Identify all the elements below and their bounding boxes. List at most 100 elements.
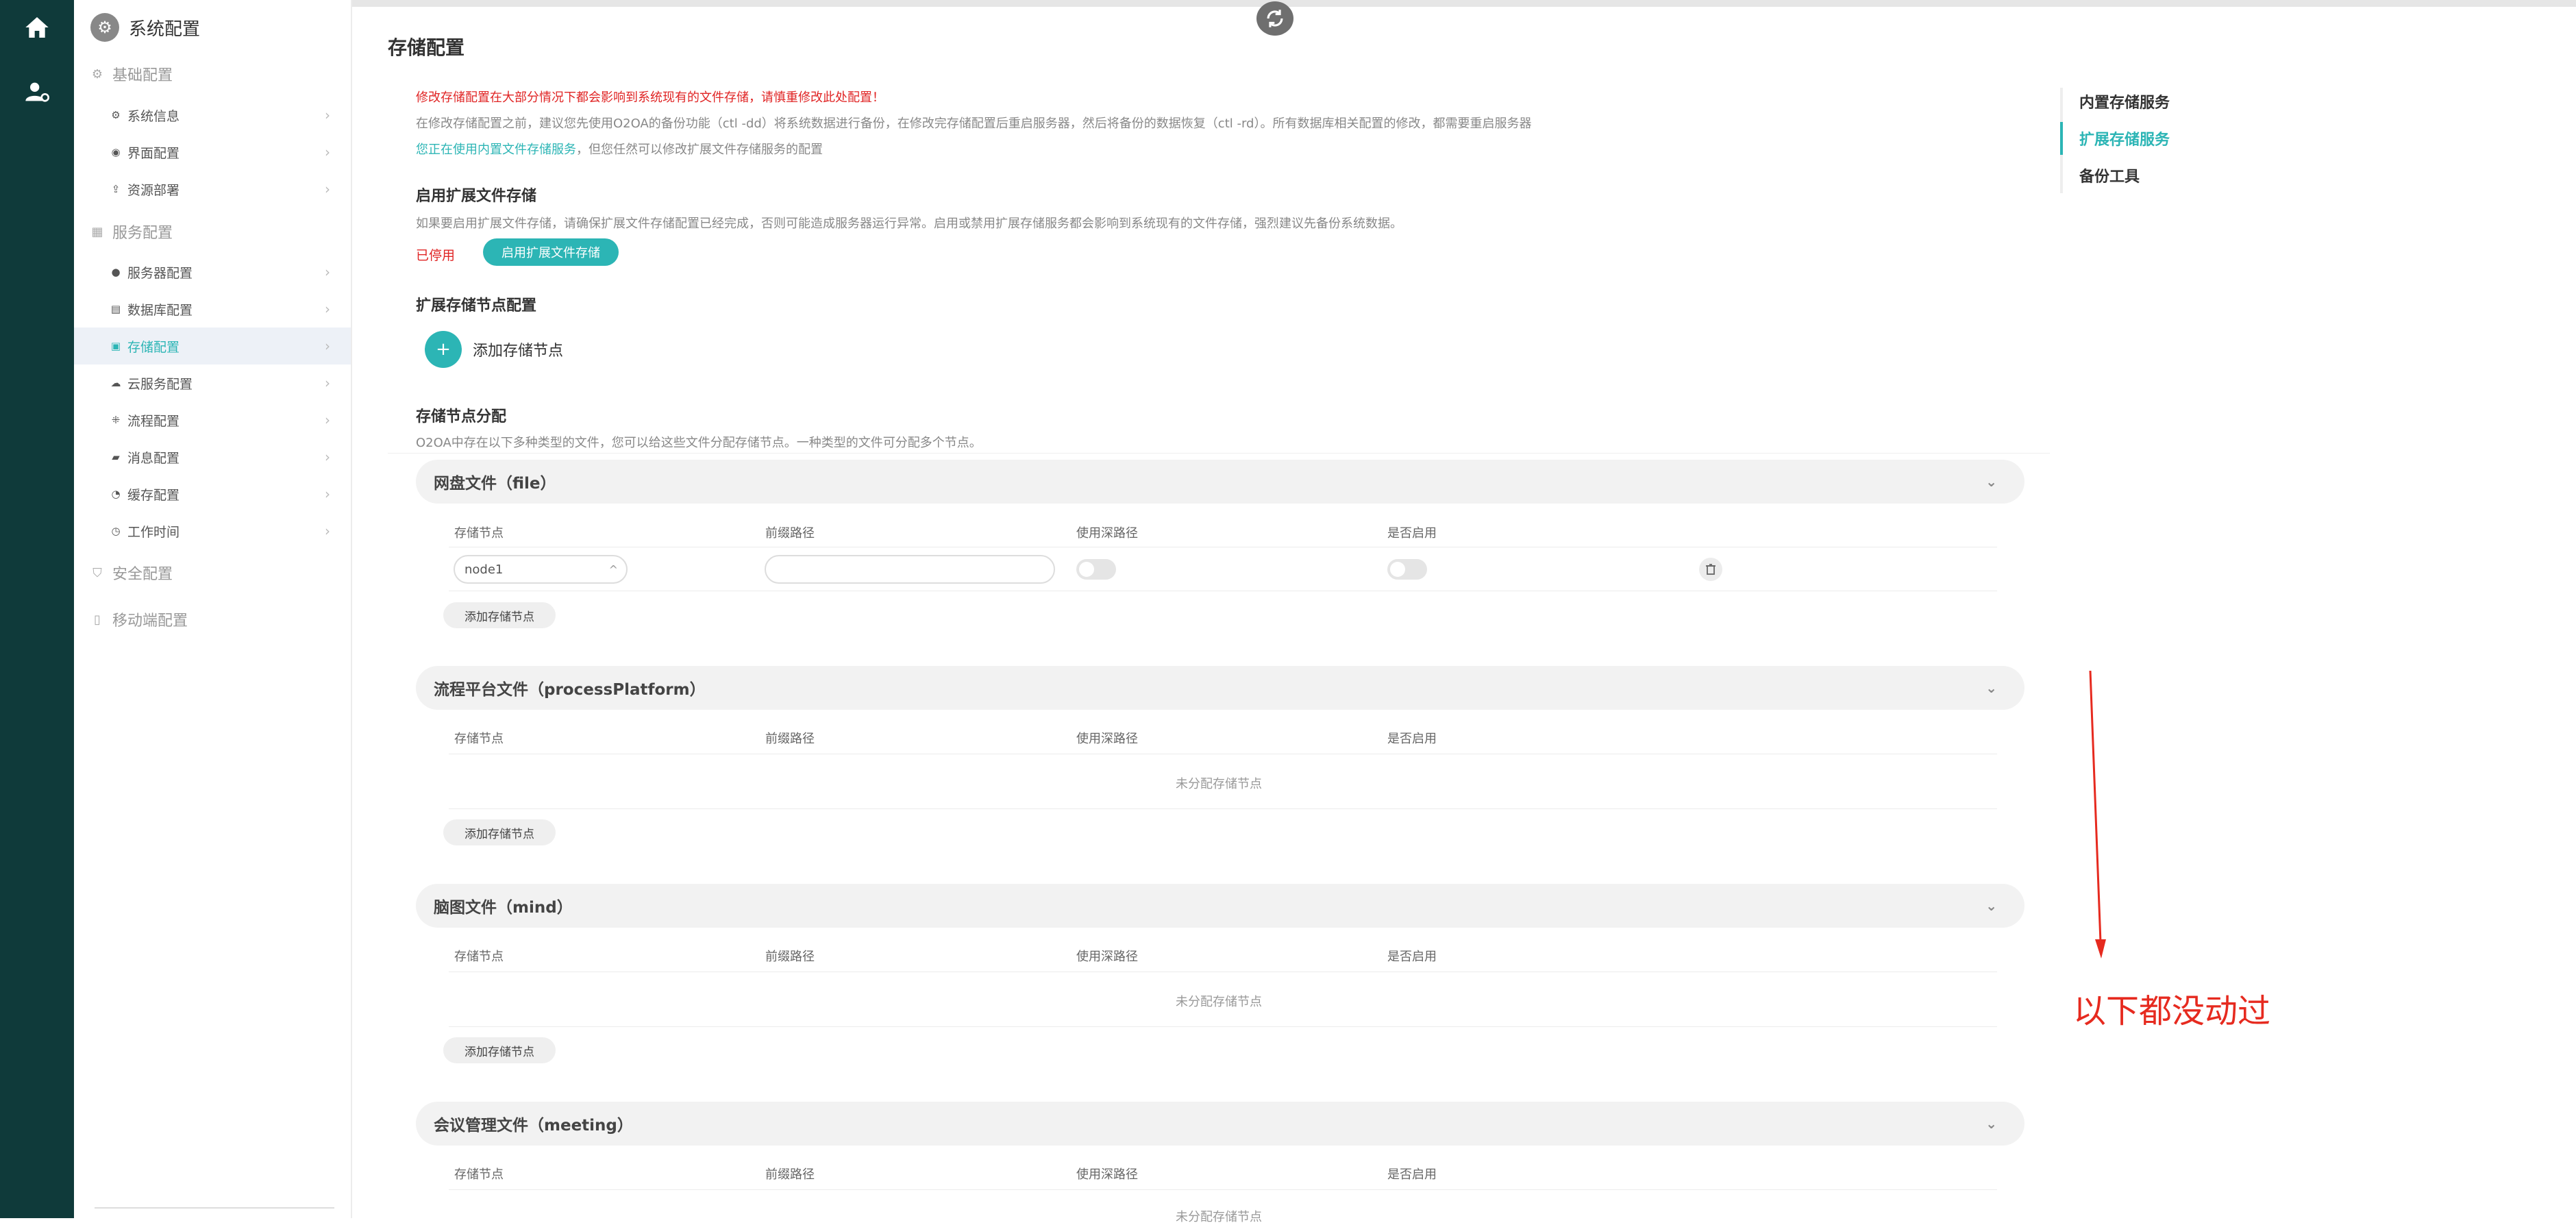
sidebar-group-mobile[interactable]: ▯ 移动端配置: [90, 606, 188, 633]
refresh-icon: [1267, 10, 1283, 27]
sidebar-group-label: 服务配置: [112, 225, 173, 242]
anchor-extended-storage[interactable]: 扩展存储服务: [2079, 127, 2170, 149]
sidebar-divider: [95, 1207, 334, 1209]
sidebar-item-label: 资源部署: [127, 182, 180, 198]
app-rail: [0, 0, 74, 1218]
user-settings-icon[interactable]: [21, 75, 53, 108]
sidebar-title: ⚙ 系统配置: [90, 12, 200, 42]
clock-icon: ◷: [111, 525, 121, 537]
sidebar-item-system-info[interactable]: ⚙ 系统信息 ›: [74, 97, 351, 134]
sidebar-item-label: 流程配置: [127, 413, 180, 429]
sidebar-item-label: 工作时间: [127, 524, 180, 540]
col-storage-node: 存储节点: [454, 950, 504, 964]
enable-extended-storage-button[interactable]: 启用扩展文件存储: [483, 238, 619, 266]
col-storage-node: 存储节点: [454, 732, 504, 746]
add-storage-node-button[interactable]: 添加存储节点: [443, 819, 556, 845]
trash-icon: [1706, 564, 1716, 575]
sidebar-item-process-config[interactable]: ⁜ 流程配置 ›: [74, 401, 351, 438]
storage-node-select[interactable]: node1 ^: [454, 555, 628, 584]
sidebar-item-label: 界面配置: [127, 145, 180, 161]
extended-storage-title: 启用扩展文件存储: [416, 188, 537, 205]
chevron-right-icon: ›: [325, 449, 330, 465]
col-deep-path: 使用深路径: [1076, 732, 1138, 746]
status-badge: 已停用: [416, 248, 456, 263]
chevron-down-icon[interactable]: ⌄: [1985, 1115, 1997, 1132]
page-title: 存储配置: [388, 36, 465, 59]
anchor-nav-indicator: [2060, 122, 2063, 155]
sidebar-item-cache-config[interactable]: ◔ 缓存配置 ›: [74, 475, 351, 512]
sync-button[interactable]: [1256, 1, 1293, 36]
sidebar-item-database-config[interactable]: ▤ 数据库配置 ›: [74, 290, 351, 327]
add-storage-node-button[interactable]: 添加存储节点: [443, 1037, 556, 1063]
panel-title: 脑图文件（mind）: [434, 899, 573, 917]
home-icon[interactable]: [21, 11, 53, 44]
extended-storage-desc: 如果要启用扩展文件存储，请确保扩展文件存储配置已经完成，否则可能造成服务器运行异…: [416, 216, 1402, 231]
col-prefix-path: 前缀路径: [765, 1167, 815, 1182]
col-prefix-path: 前缀路径: [765, 950, 815, 964]
sidebar-item-label: 系统信息: [127, 108, 180, 124]
chevron-right-icon: ›: [325, 338, 330, 354]
sidebar-item-label: 缓存配置: [127, 487, 180, 503]
empty-text: 未分配存储节点: [1176, 1210, 1262, 1224]
distribution-title: 存储节点分配: [416, 408, 507, 425]
cloud-icon: ☁: [110, 377, 121, 389]
anchor-backup-tool[interactable]: 备份工具: [2079, 164, 2140, 186]
col-enabled: 是否启用: [1387, 526, 1437, 541]
sidebar-item-ui-config[interactable]: ◉ 界面配置 ›: [74, 134, 351, 171]
annotation-text: 以下都没动过: [2073, 992, 2271, 1030]
chevron-right-icon: ›: [325, 144, 330, 160]
plus-icon: +: [425, 331, 462, 368]
row-divider: [449, 1026, 1997, 1027]
sidebar-group-basic[interactable]: ⚙ 基础配置: [90, 60, 173, 88]
chevron-up-icon: ^: [608, 562, 618, 576]
empty-text: 未分配存储节点: [1176, 995, 1262, 1009]
warning-text: 修改存储配置在大部分情况下都会影响到系统现有的文件存储，请慎重修改此处配置！: [416, 90, 884, 105]
enabled-toggle[interactable]: [1387, 559, 1427, 580]
backup-tip: 在修改存储配置之前，建议您先使用O2OA的备份功能（ctl -dd）将系统数据进…: [416, 116, 1532, 131]
chevron-right-icon: ›: [325, 486, 330, 502]
chevron-down-icon[interactable]: ⌄: [1985, 473, 1997, 490]
delete-row-button[interactable]: [1699, 558, 1722, 581]
prefix-path-input[interactable]: [765, 555, 1055, 584]
user-icon: ●: [111, 266, 121, 278]
col-storage-node: 存储节点: [454, 1167, 504, 1182]
col-prefix-path: 前缀路径: [765, 732, 815, 746]
add-storage-node-button[interactable]: + 添加存储节点: [425, 331, 563, 368]
empty-text: 未分配存储节点: [1176, 777, 1262, 791]
sidebar-group-service[interactable]: ▦ 服务配置: [90, 218, 173, 245]
sidebar-item-cloud-config[interactable]: ☁ 云服务配置 ›: [74, 364, 351, 401]
sidebar-item-storage-config[interactable]: ▣ 存储配置 ›: [74, 327, 351, 364]
panel-meeting-header[interactable]: 会议管理文件（meeting） ⌄: [416, 1102, 2024, 1146]
panel-title: 网盘文件（file）: [434, 475, 556, 493]
sidebar-item-server-config[interactable]: ● 服务器配置 ›: [74, 253, 351, 290]
panel-mind-header[interactable]: 脑图文件（mind） ⌄: [416, 884, 2024, 928]
sidebar-item-message-config[interactable]: ▰ 消息配置 ›: [74, 438, 351, 475]
section-divider: [388, 453, 2050, 454]
col-enabled: 是否启用: [1387, 1167, 1437, 1182]
sidebar-item-label: 消息配置: [127, 450, 180, 466]
sidebar-item-resource-deploy[interactable]: ⇪ 资源部署 ›: [74, 171, 351, 208]
message-icon: ▰: [112, 451, 120, 463]
current-storage-link[interactable]: 您正在使用内置文件存储服务: [416, 143, 576, 157]
storage-status-suffix: ，但您任然可以修改扩展文件存储服务的配置: [576, 143, 823, 157]
panel-file-header[interactable]: 网盘文件（file） ⌄: [416, 460, 2024, 504]
chevron-down-icon[interactable]: ⌄: [1985, 680, 1997, 696]
mobile-icon: ▯: [94, 612, 101, 627]
storage-icon: ▣: [110, 340, 121, 352]
settings-sidebar: ⚙ 系统配置 ⚙ 基础配置 ⚙ 系统信息 › ◉ 界面配置 › ⇪ 资源部署 ›…: [74, 0, 352, 1218]
panel-process-header[interactable]: 流程平台文件（processPlatform） ⌄: [416, 666, 2024, 710]
server-icon: ▦: [91, 224, 103, 239]
chevron-down-icon[interactable]: ⌄: [1985, 898, 1997, 914]
sidebar-group-security[interactable]: ⛉ 安全配置: [90, 559, 173, 586]
add-storage-node-button[interactable]: 添加存储节点: [443, 602, 556, 628]
col-deep-path: 使用深路径: [1076, 1167, 1138, 1182]
sidebar-group-label: 安全配置: [112, 566, 173, 583]
deep-path-toggle[interactable]: [1076, 559, 1116, 580]
anchor-builtin-storage[interactable]: 内置存储服务: [2079, 90, 2170, 112]
sidebar-item-work-time[interactable]: ◷ 工作时间 ›: [74, 512, 351, 549]
chevron-right-icon: ›: [325, 301, 330, 317]
chevron-right-icon: ›: [325, 264, 330, 280]
node-config-title: 扩展存储节点配置: [416, 297, 537, 314]
sidebar-item-label: 数据库配置: [127, 302, 193, 318]
row-divider: [449, 808, 1997, 809]
